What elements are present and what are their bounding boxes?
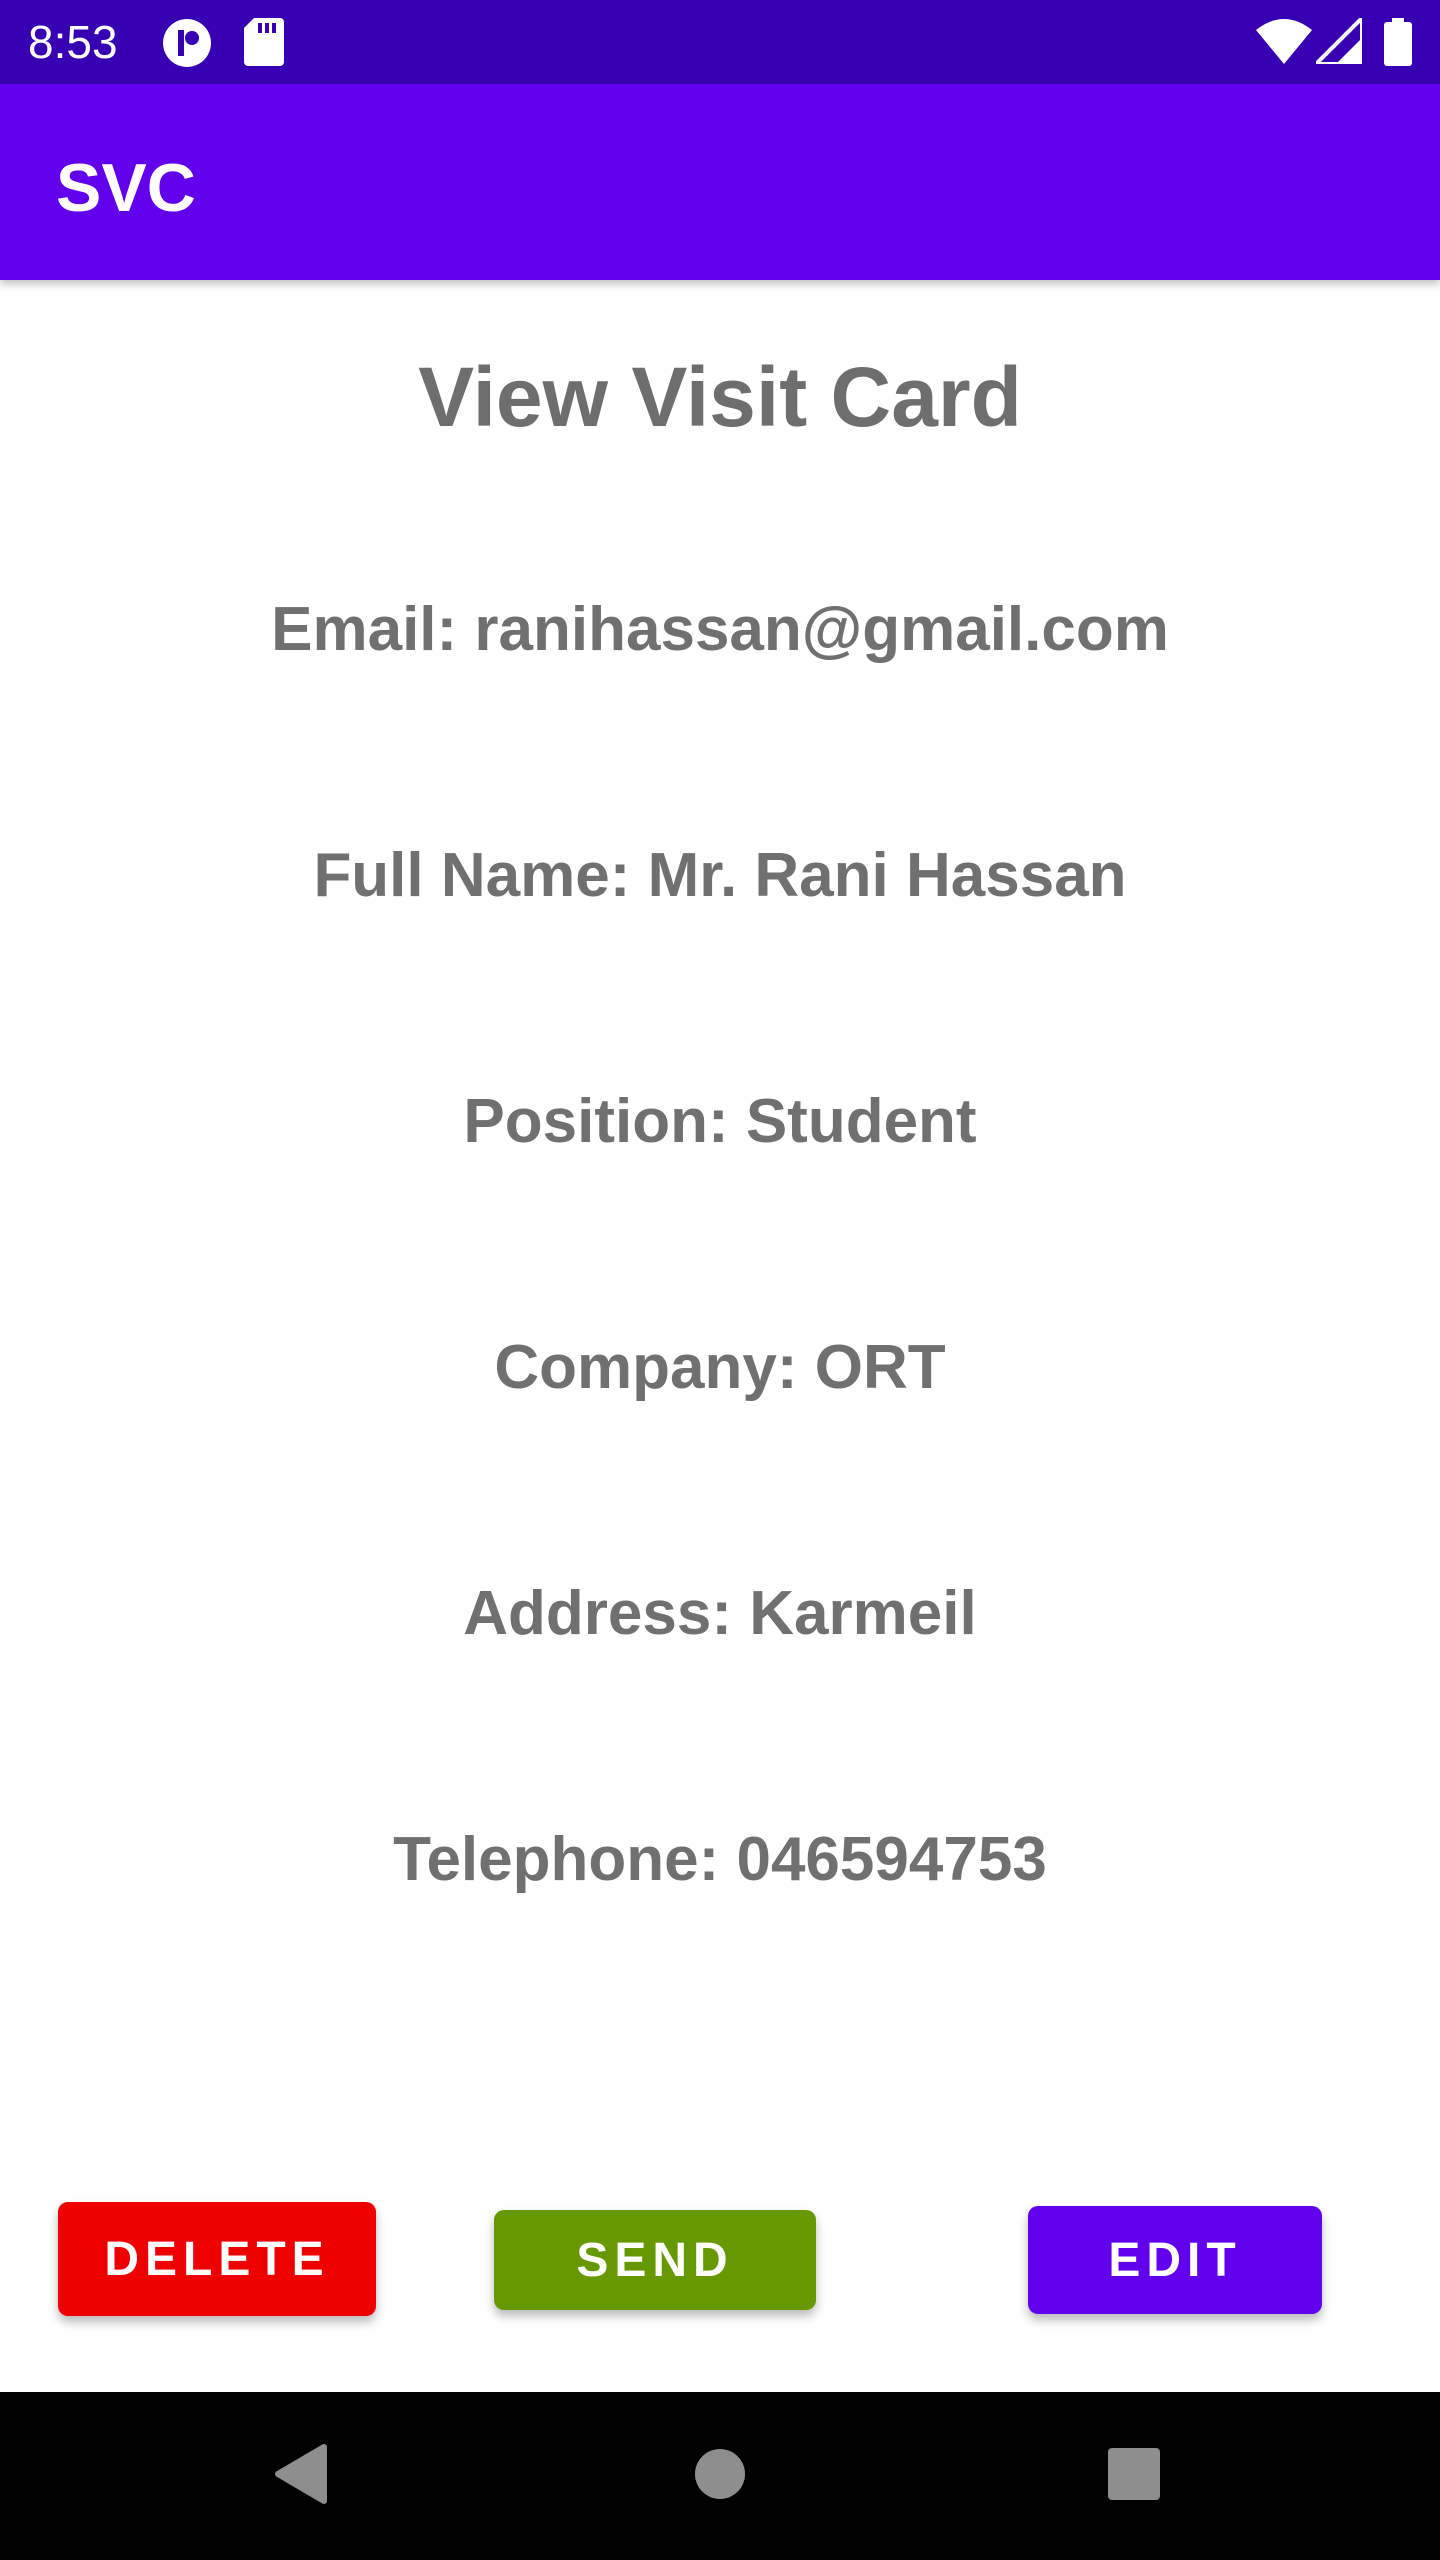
position-text: Position: Student	[463, 1087, 977, 1156]
app-title: SVC	[56, 150, 196, 226]
status-bar: 8:53	[0, 0, 1440, 84]
home-icon	[693, 2447, 747, 2506]
company-text: Company: ORT	[494, 1333, 946, 1402]
status-time: 8:53	[28, 16, 118, 68]
back-button[interactable]	[200, 2392, 400, 2560]
edit-button[interactable]: EDIT	[1028, 2206, 1322, 2314]
address-text: Address: Karmeil	[463, 1579, 977, 1648]
page-title: View Visit Card	[418, 350, 1022, 444]
profile-notification-icon	[162, 18, 212, 73]
recents-button[interactable]	[1034, 2392, 1234, 2560]
telephone-text: Telephone: 046594753	[393, 1825, 1047, 1894]
email-text: Email: ranihassan@gmail.com	[271, 595, 1169, 664]
back-icon	[272, 2443, 328, 2510]
navigation-bar	[0, 2392, 1440, 2560]
sd-card-icon	[244, 18, 284, 71]
recents-icon	[1107, 2447, 1161, 2506]
delete-button[interactable]: DELETE	[58, 2202, 376, 2316]
app-bar: SVC	[0, 84, 1440, 280]
cellular-signal-icon	[1311, 13, 1364, 69]
send-button[interactable]: SEND	[494, 2210, 816, 2310]
wifi-icon	[1256, 18, 1312, 69]
home-button[interactable]	[620, 2392, 820, 2560]
battery-icon	[1384, 18, 1412, 71]
full-name-text: Full Name: Mr. Rani Hassan	[313, 841, 1127, 910]
